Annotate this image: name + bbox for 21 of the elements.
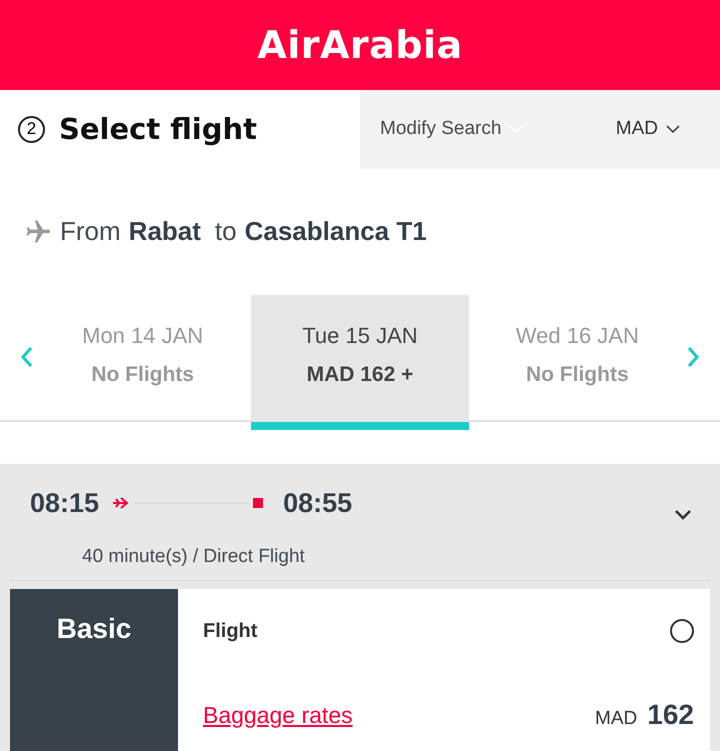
destination-city: Casablanca T1 — [244, 216, 427, 248]
chevron-down-icon — [666, 124, 680, 134]
baggage-rates-link[interactable]: Baggage rates — [203, 702, 353, 729]
price-currency: MAD — [595, 708, 638, 730]
currency-dropdown[interactable]: MAD — [616, 118, 680, 140]
price-amount: 162 — [647, 699, 694, 732]
route-from-label: From — [60, 216, 121, 248]
fare-name: Basic — [56, 613, 132, 646]
fare-option-label: Flight — [203, 620, 258, 643]
date-tab[interactable]: Tue 15 JAN MAD 162 + — [251, 294, 469, 430]
page-title: Select flight — [59, 112, 258, 146]
flight-duration: 40 minute(s) / Direct Flight — [10, 518, 710, 582]
departure-time: 08:15 — [30, 488, 100, 519]
arrival-time: 08:55 — [283, 488, 352, 519]
radio-button[interactable] — [670, 619, 694, 644]
origin-city: Rabat — [128, 216, 201, 248]
route-to-label: to — [214, 216, 237, 248]
chevron-down-icon[interactable] — [674, 508, 692, 520]
logo: AirArabia — [257, 22, 463, 67]
modify-search-button[interactable]: Modify Search — [380, 118, 524, 140]
step-number: 2 — [18, 116, 45, 143]
